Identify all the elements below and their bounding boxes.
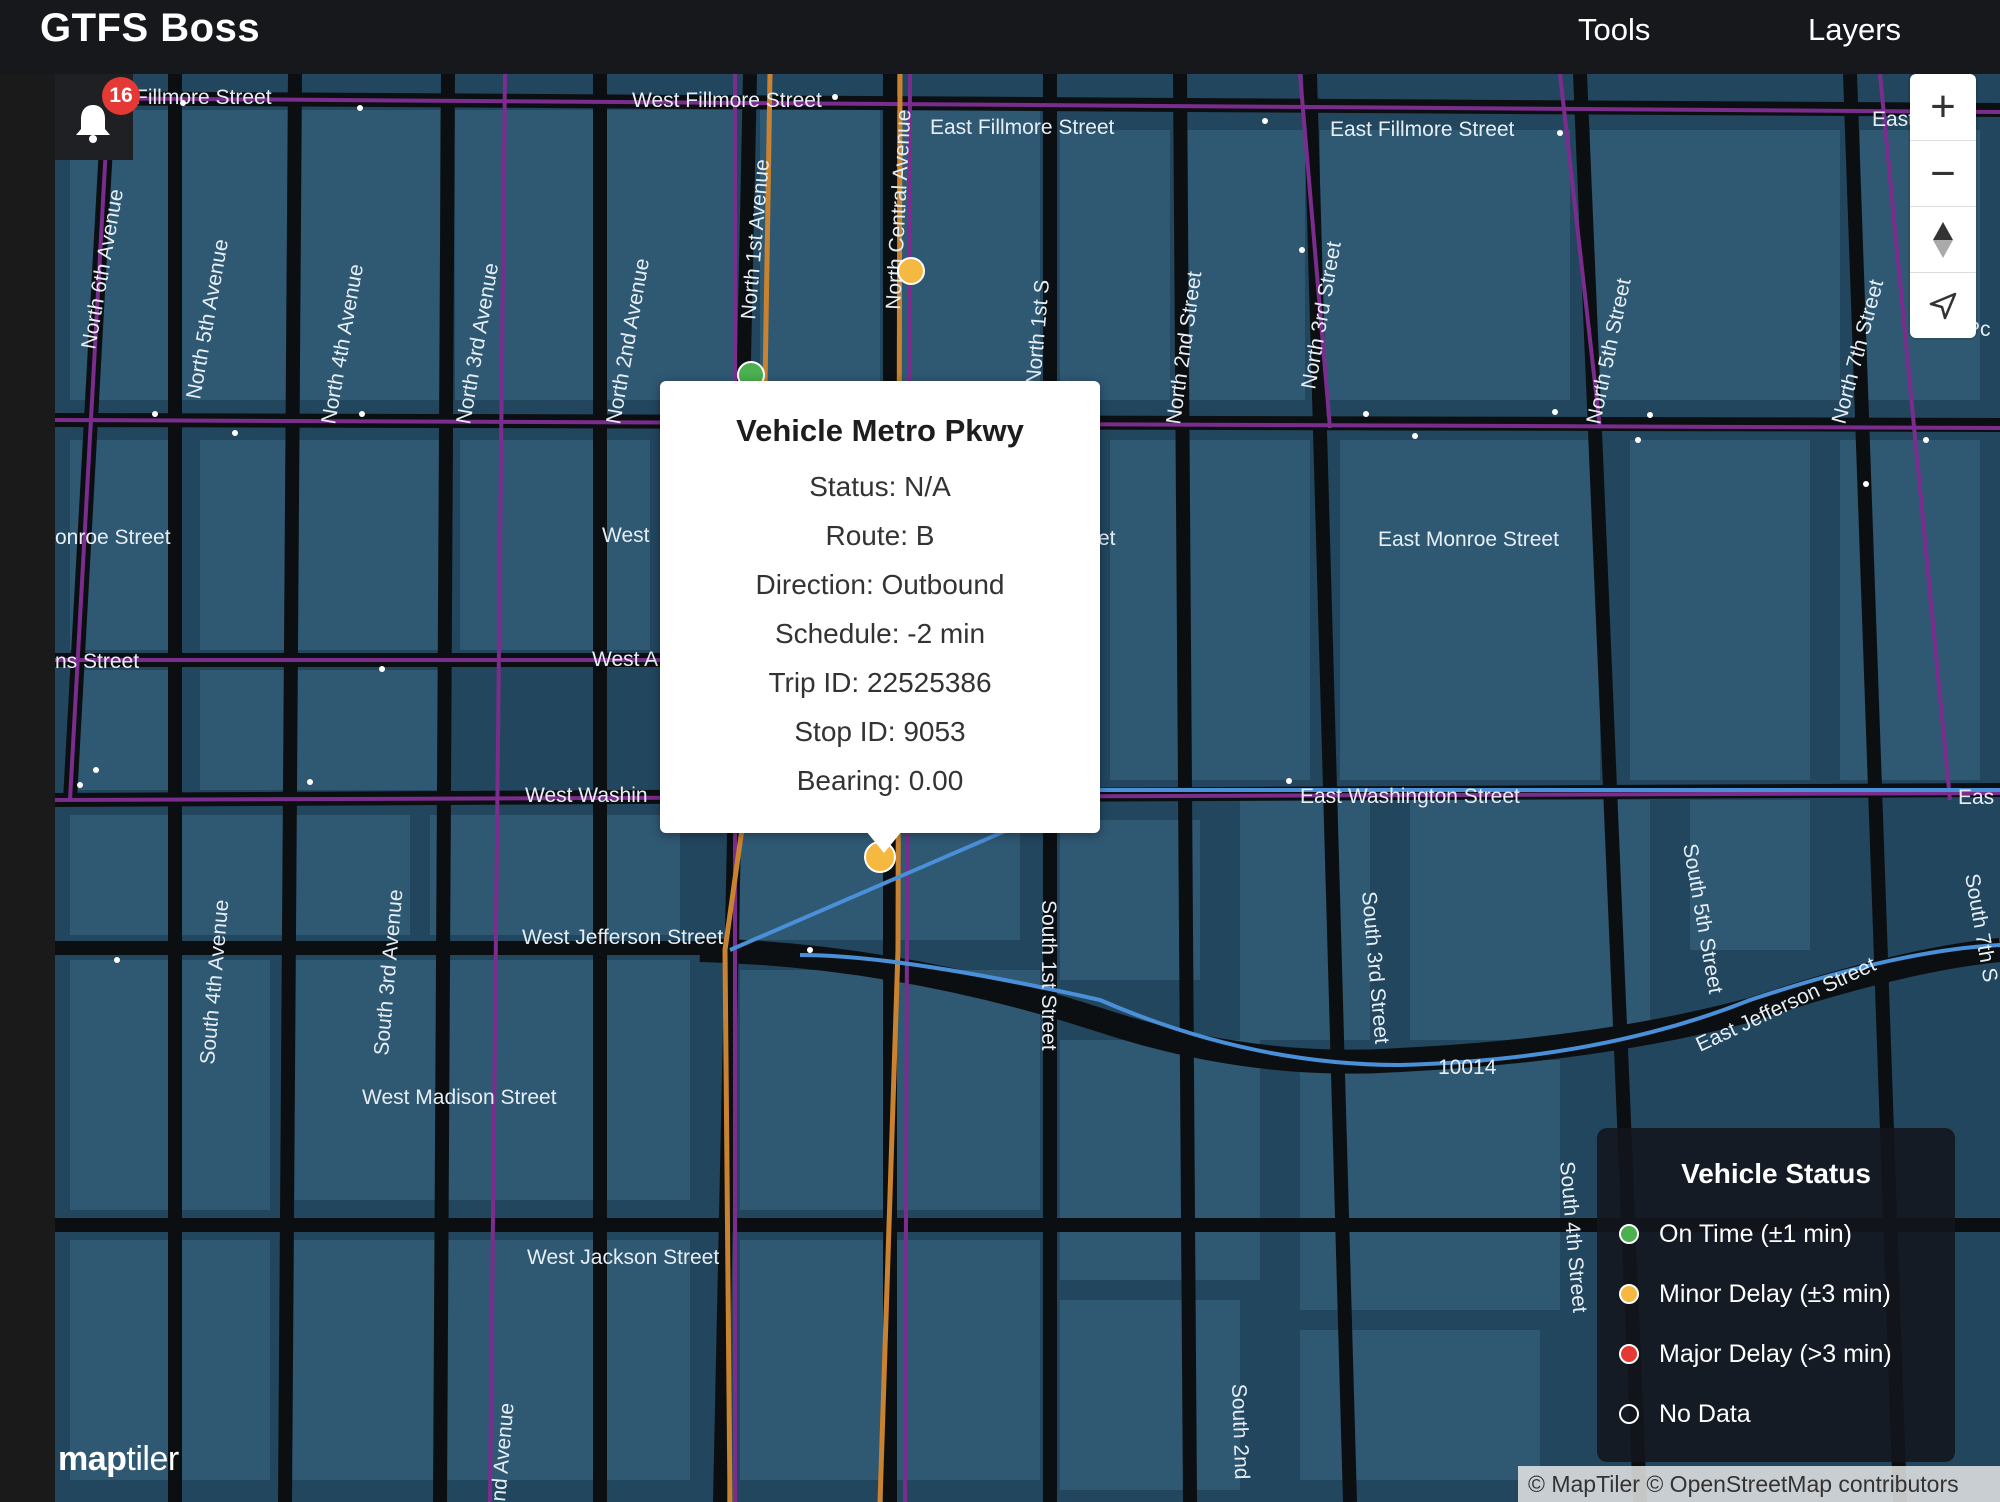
svg-text:West A: West A (592, 648, 658, 671)
svg-text:South 1st Street: South 1st Street (1037, 900, 1060, 1051)
map-controls: + − (1910, 74, 1976, 338)
geolocate-button[interactable] (1910, 272, 1976, 339)
notification-count-badge: 16 (102, 77, 140, 115)
svg-text:East: East (1872, 108, 1914, 131)
svg-text:West Fillmore Street: West Fillmore Street (632, 89, 822, 112)
logo-light: tiler (126, 1440, 179, 1478)
minus-icon: − (1930, 149, 1956, 198)
app-brand[interactable]: GTFS Boss (40, 6, 260, 51)
left-panel-strip (0, 74, 55, 1502)
svg-text:Fillmore Street: Fillmore Street (135, 86, 272, 109)
svg-text:onroe Street: onroe Street (55, 526, 171, 549)
zoom-in-button[interactable]: + (1910, 74, 1976, 140)
svg-text:West Madison Street: West Madison Street (362, 1086, 557, 1109)
plus-icon: + (1930, 82, 1956, 131)
svg-text:East Washington Street: East Washington Street (1300, 785, 1520, 808)
compass-icon (1933, 222, 1953, 258)
legend-item-on-time: On Time (±1 min) (1619, 1216, 1852, 1252)
maptiler-logo[interactable]: maptiler (58, 1440, 179, 1479)
nav-tools[interactable]: Tools (1578, 12, 1650, 48)
popup-direction: Direction: Outbound (755, 569, 1005, 600)
svg-text:East Monroe Street: East Monroe Street (1378, 528, 1559, 551)
nav-layers[interactable]: Layers (1808, 12, 1901, 48)
svg-text:East Fillmore Street: East Fillmore Street (930, 116, 1115, 139)
legend-label: No Data (1659, 1399, 1751, 1428)
popup-bearing: Bearing: 0.00 (796, 765, 964, 796)
logo-bold: map (58, 1440, 127, 1478)
popup-pointer (866, 831, 902, 853)
popup-status: Status: N/A (809, 471, 951, 502)
legend-label: Minor Delay (±3 min) (1659, 1279, 1891, 1308)
svg-text:ns Street: ns Street (55, 650, 139, 673)
vehicle-marker[interactable] (897, 257, 925, 285)
yellow-dot-icon (1619, 1284, 1639, 1304)
svg-text:10014: 10014 (1438, 1056, 1497, 1079)
locate-arrow-icon (1929, 292, 1957, 320)
vehicle-status-legend: Vehicle Status On Time (±1 min) Minor De… (1597, 1128, 1955, 1462)
legend-label: Major Delay (>3 min) (1659, 1339, 1892, 1368)
legend-title: Vehicle Status (1681, 1158, 1871, 1189)
popup-stop-id: Stop ID: 9053 (794, 716, 966, 747)
map-attribution[interactable]: © MapTiler © OpenStreetMap contributors (1518, 1466, 2000, 1502)
svg-text:Eas: Eas (1958, 786, 1994, 809)
popup-schedule: Schedule: -2 min (774, 618, 986, 649)
svg-text:South 2nd: South 2nd (1227, 1383, 1253, 1480)
legend-item-major-delay: Major Delay (>3 min) (1619, 1336, 1892, 1372)
top-navbar: GTFS Boss Tools Layers (0, 0, 2000, 74)
popup-title: Vehicle Metro Pkwy (736, 413, 1024, 448)
svg-text:West Jackson Street: West Jackson Street (527, 1246, 719, 1269)
red-dot-icon (1619, 1344, 1639, 1364)
svg-text:West Jefferson Street: West Jefferson Street (522, 926, 723, 949)
popup-trip-id: Trip ID: 22525386 (768, 667, 992, 698)
zoom-out-button[interactable]: − (1910, 140, 1976, 207)
vehicle-popup: Vehicle Metro Pkwy Status: N/A Route: B … (660, 381, 1100, 833)
svg-text:West: West (602, 524, 650, 547)
green-dot-icon (1619, 1224, 1639, 1244)
legend-item-no-data: No Data (1619, 1396, 1751, 1432)
svg-text:East Fillmore Street: East Fillmore Street (1330, 118, 1515, 141)
svg-text:et: et (1098, 527, 1116, 550)
hollow-dot-icon (1619, 1404, 1639, 1424)
legend-label: On Time (±1 min) (1659, 1219, 1852, 1248)
popup-route: Route: B (825, 520, 935, 551)
svg-text:West Washin: West Washin (525, 784, 648, 807)
legend-item-minor-delay: Minor Delay (±3 min) (1619, 1276, 1891, 1312)
compass-button[interactable] (1910, 206, 1976, 273)
